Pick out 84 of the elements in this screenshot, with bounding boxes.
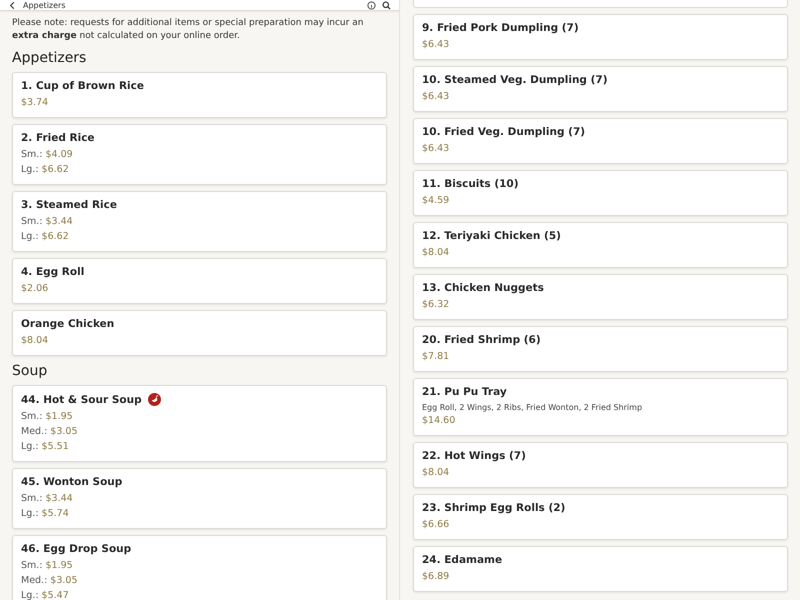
menu-item-card[interactable]: 21. Pu Pu Tray Egg Roll, 2 Wings, 2 Ribs, Fried Wonton, 2 Fried Shrimp $14.60 [413, 378, 788, 436]
item-price: $6.43 [422, 39, 450, 51]
size-label: Sm.: [21, 493, 43, 505]
chevron-icon[interactable] [8, 0, 17, 10]
item-price: $1.95 [46, 560, 73, 572]
item-name: 9. Fried Pork Dumpling (7) [422, 22, 579, 34]
category-title: Appetizers [23, 0, 66, 10]
size-label: Lg.: [21, 590, 39, 600]
menu-item-card[interactable]: 12. Teriyaki Chicken (5) $8.04 [413, 222, 788, 268]
item-price: $6.66 [422, 519, 450, 531]
menu-item-card[interactable]: 10. Steamed Veg. Dumpling (7) $6.43 [413, 66, 788, 112]
item-price: $7.81 [422, 351, 450, 363]
item-price: $3.44 [46, 493, 73, 505]
item-price: $3.05 [50, 426, 78, 438]
menu-item-card[interactable]: 20. Fried Shrimp (6) $7.81 [413, 326, 788, 372]
item-name: 45. Wonton Soup [21, 476, 122, 488]
menu-item-card[interactable]: 22. Hot Wings (7) $8.04 [413, 442, 788, 488]
item-name: 21. Pu Pu Tray [422, 386, 507, 398]
item-price: $1.95 [46, 411, 73, 423]
section-heading: Soup [12, 363, 48, 379]
item-name: 4. Egg Roll [21, 266, 84, 278]
item-price: $6.62 [42, 164, 69, 176]
size-label: Lg.: [21, 441, 39, 453]
item-name: 13. Chicken Nuggets [422, 282, 544, 294]
menu-item-card[interactable]: 9. Fried Pork Dumpling (7) $6.43 [413, 14, 788, 60]
item-description: Egg Roll, 2 Wings, 2 Ribs, Fried Wonton, 2 Fried Shrimp [422, 403, 644, 412]
menu-item-card[interactable]: 44. Hot & Sour Soup Sm.: $1.95 Med.: $3.05 Lg.: $5.51 [12, 385, 387, 462]
item-price: $5.47 [42, 590, 69, 600]
item-name: 24. Edamame [422, 554, 502, 566]
size-label: Med.: [21, 575, 48, 587]
item-name: 20. Fried Shrimp (6) [422, 334, 541, 346]
menu-item-card[interactable]: 3. Steamed Rice Sm.: $3.44 Lg.: $6.62 [12, 191, 387, 252]
item-name: Orange Chicken [21, 318, 114, 330]
menu-item-card[interactable]: Orange Chicken $8.04 [12, 310, 387, 356]
item-price: $3.74 [21, 97, 48, 109]
menu-item-card[interactable]: 4. Egg Roll $2.06 [12, 258, 387, 304]
menu-item-card[interactable]: 23. Shrimp Egg Rolls (2) $6.66 [413, 494, 788, 540]
item-price: $5.51 [42, 441, 69, 453]
menu-item-card[interactable]: 45. Wonton Soup Sm.: $3.44 Lg.: $5.74 [12, 468, 387, 529]
item-price: $6.43 [422, 143, 450, 155]
item-name: 10. Steamed Veg. Dumpling (7) [422, 74, 608, 86]
menu-item-card[interactable]: 46. Egg Drop Soup Sm.: $1.95 Med.: $3.05 Lg.: $5.47 [12, 535, 387, 600]
item-name: 23. Shrimp Egg Rolls (2) [422, 502, 566, 514]
item-price: $3.05 [50, 575, 78, 587]
menu-item-card[interactable]: 10. Fried Veg. Dumpling (7) $6.43 [413, 118, 788, 164]
size-label: Sm.: [21, 149, 43, 161]
order-notice: Please note: requests for additional items or special preparation may incur an extra charge not calculated on your online order. [12, 17, 364, 43]
menu-item-card[interactable]: 24. Edamame $6.89 [413, 546, 788, 592]
item-price: $5.74 [42, 508, 69, 520]
item-name: 12. Teriyaki Chicken (5) [422, 230, 561, 242]
info-icon[interactable] [367, 0, 376, 10]
item-price: $14.60 [422, 415, 456, 427]
size-label: Sm.: [21, 411, 43, 423]
item-name: 10. Fried Veg. Dumpling (7) [422, 126, 586, 138]
menu-item-card[interactable]: 11. Biscuits (10) $4.59 [413, 170, 788, 216]
size-label: Lg.: [21, 508, 39, 520]
item-price: $2.06 [21, 283, 48, 295]
size-label: Sm.: [21, 216, 43, 228]
size-label: Sm.: [21, 560, 43, 572]
item-price: $8.04 [422, 467, 450, 479]
item-price: $6.89 [422, 571, 450, 583]
item-name: 46. Egg Drop Soup [21, 543, 132, 555]
item-price: $6.62 [42, 231, 69, 243]
menu-item-card[interactable]: 2. Fried Rice Sm.: $4.09 Lg.: $6.62 [12, 124, 387, 185]
section-heading: Appetizers [12, 50, 88, 66]
item-price: $4.09 [46, 149, 73, 161]
item-name: 1. Cup of Brown Rice [21, 80, 144, 92]
size-label: Med.: [21, 426, 48, 438]
search-icon[interactable] [382, 0, 391, 10]
item-name: 44. Hot & Sour Soup [21, 394, 142, 406]
size-label: Lg.: [21, 164, 39, 176]
item-price: $3.44 [46, 216, 73, 228]
item-price: $4.59 [422, 195, 450, 207]
item-price: $6.43 [422, 91, 450, 103]
item-price: $6.32 [422, 299, 450, 311]
item-price: $8.04 [422, 247, 450, 259]
menu-item-card[interactable]: 13. Chicken Nuggets $6.32 [413, 274, 788, 320]
item-name: 22. Hot Wings (7) [422, 450, 526, 462]
item-name: 3. Steamed Rice [21, 199, 118, 211]
item-name: 2. Fried Rice [21, 132, 95, 144]
size-label: Lg.: [21, 231, 39, 243]
menu-item-card[interactable]: 1. Cup of Brown Rice $3.74 [12, 72, 387, 118]
item-price: $8.04 [21, 335, 48, 347]
item-name: 11. Biscuits (10) [422, 178, 519, 190]
